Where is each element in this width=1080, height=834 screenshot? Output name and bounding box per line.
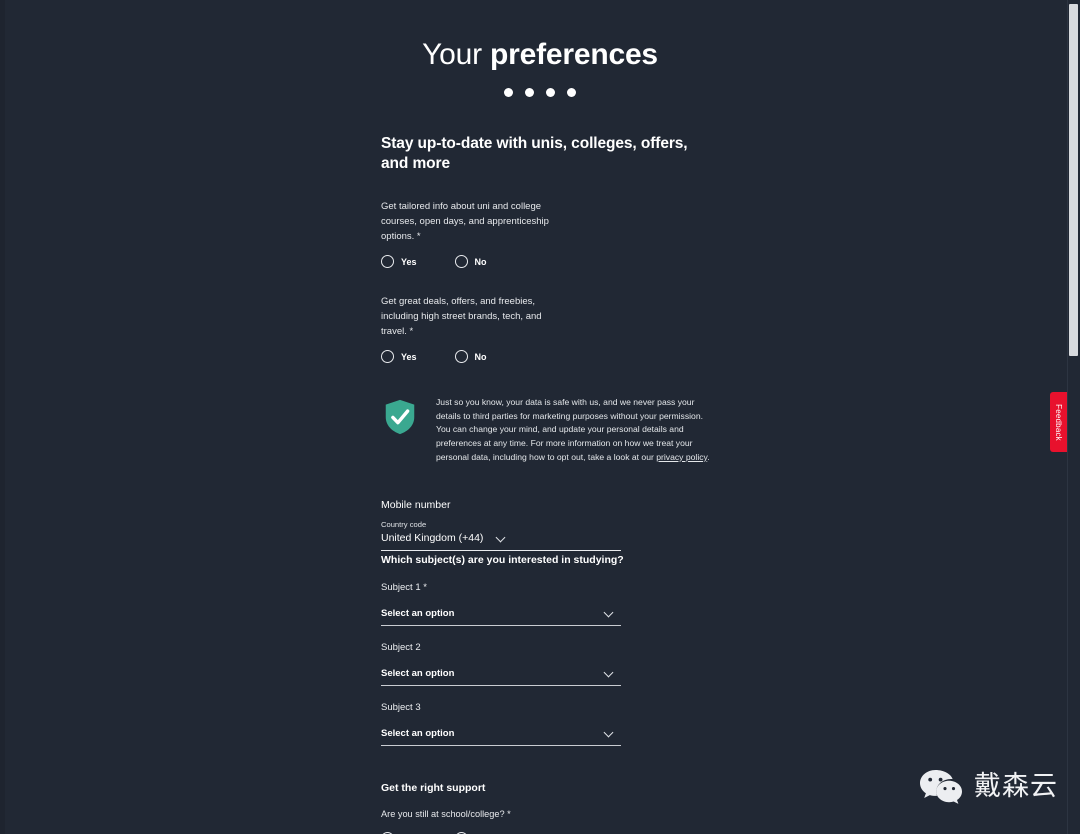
subject-3-select[interactable]: Select an option bbox=[381, 728, 621, 746]
marketing-question-2-options: Yes No bbox=[381, 350, 711, 363]
step-dot-4 bbox=[567, 88, 576, 97]
subject-2-label: Subject 2 bbox=[381, 641, 421, 653]
support-question-text: Are you still at school/college? * bbox=[381, 808, 511, 819]
subject-2-value: Select an option bbox=[381, 667, 455, 679]
mobile-number-title: Mobile number bbox=[381, 498, 451, 511]
subjects-heading: Which subject(s) are you interested in s… bbox=[381, 553, 624, 566]
page-title: Your preferences bbox=[0, 36, 1080, 74]
watermark: 戴森云 bbox=[919, 768, 1058, 806]
step-dot-3 bbox=[546, 88, 555, 97]
marketing-q1-radio-no[interactable]: No bbox=[454, 255, 487, 268]
step-dot-1 bbox=[504, 88, 513, 97]
step-indicator bbox=[0, 88, 1080, 97]
vertical-scrollbar[interactable] bbox=[1067, 0, 1080, 834]
marketing-question-2-text: Get great deals, offers, and freebies, i… bbox=[381, 296, 542, 337]
chevron-down-icon bbox=[605, 729, 614, 738]
radio-label: No bbox=[474, 351, 487, 362]
privacy-policy-link[interactable]: privacy policy bbox=[656, 452, 707, 462]
page-header: Your preferences bbox=[0, 0, 1080, 97]
marketing-q2-radio-no[interactable]: No bbox=[454, 350, 487, 363]
subject-1-label: Subject 1 * bbox=[381, 581, 427, 593]
radio-label: Yes bbox=[401, 351, 417, 362]
support-block: Get the right support Are you still at s… bbox=[381, 782, 711, 834]
subject-3-field: Subject 3 Select an option bbox=[381, 701, 621, 746]
chevron-down-icon bbox=[605, 609, 614, 618]
country-code-label: Country code bbox=[381, 519, 427, 529]
radio-circle-icon[interactable] bbox=[454, 255, 468, 268]
support-heading: Get the right support bbox=[381, 781, 486, 794]
page-title-light: Your bbox=[422, 38, 491, 71]
marketing-question-1-options: Yes No bbox=[381, 255, 711, 268]
scrollbar-thumb[interactable] bbox=[1069, 4, 1078, 356]
marketing-q1-radio-yes[interactable]: Yes bbox=[381, 255, 417, 268]
subject-2-field: Subject 2 Select an option bbox=[381, 641, 621, 686]
privacy-text-after: . bbox=[707, 451, 710, 462]
feedback-tab-label: Feedback bbox=[1054, 403, 1064, 441]
subject-1-value: Select an option bbox=[381, 607, 455, 619]
privacy-notice: Just so you know, your data is safe with… bbox=[381, 396, 711, 465]
subject-1-field: Subject 1 * Select an option bbox=[381, 581, 621, 626]
marketing-section-heading: Stay up-to-date with unis, colleges, off… bbox=[381, 135, 688, 172]
marketing-question-1: Get tailored info about uni and college … bbox=[381, 199, 711, 268]
marketing-q2-radio-yes[interactable]: Yes bbox=[381, 350, 417, 363]
chevron-down-icon bbox=[605, 669, 614, 678]
privacy-notice-text: Just so you know, your data is safe with… bbox=[436, 396, 711, 465]
wechat-icon bbox=[920, 770, 962, 804]
step-dot-2 bbox=[525, 88, 534, 97]
page-left-edge bbox=[0, 0, 5, 834]
subject-3-value: Select an option bbox=[381, 727, 455, 739]
chevron-down-icon bbox=[497, 533, 506, 542]
subject-3-label: Subject 3 bbox=[381, 701, 421, 713]
page-title-bold: preferences bbox=[490, 38, 658, 71]
country-code-value: United Kingdom (+44) bbox=[381, 531, 484, 544]
page-viewport: Your preferences Stay up-to-date with un… bbox=[0, 0, 1080, 834]
radio-circle-icon[interactable] bbox=[381, 350, 394, 363]
preferences-form: Stay up-to-date with unis, colleges, off… bbox=[381, 134, 711, 834]
country-code-select[interactable]: United Kingdom (+44) bbox=[381, 532, 621, 551]
marketing-question-1-text: Get tailored info about uni and college … bbox=[381, 201, 549, 242]
shield-check-icon bbox=[385, 399, 415, 435]
feedback-tab[interactable]: Feedback bbox=[1050, 392, 1067, 452]
watermark-text: 戴森云 bbox=[974, 771, 1058, 802]
mobile-number-block: Mobile number Country code United Kingdo… bbox=[381, 498, 711, 551]
radio-label: Yes bbox=[401, 256, 417, 267]
subject-2-select[interactable]: Select an option bbox=[381, 668, 621, 686]
marketing-question-2: Get great deals, offers, and freebies, i… bbox=[381, 294, 711, 363]
subject-1-select[interactable]: Select an option bbox=[381, 608, 621, 626]
radio-circle-icon[interactable] bbox=[381, 255, 394, 268]
radio-circle-icon[interactable] bbox=[454, 350, 468, 363]
radio-label: No bbox=[474, 256, 487, 267]
